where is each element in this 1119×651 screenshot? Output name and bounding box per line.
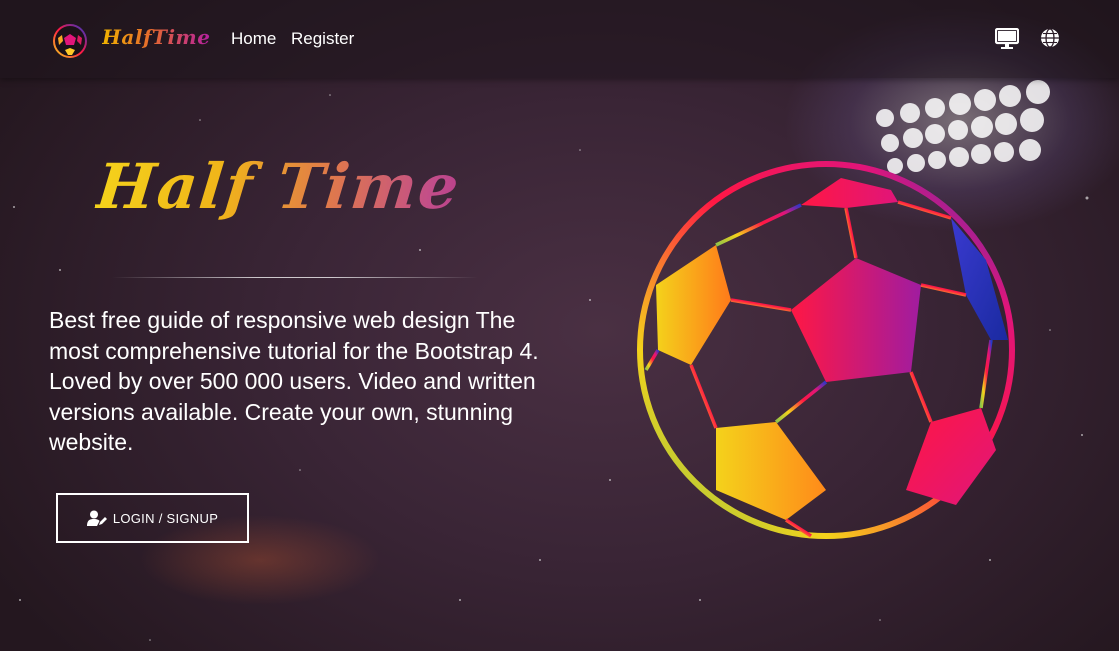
login-signup-label: LOGIN / SIGNUP <box>112 510 219 526</box>
monitor-icon[interactable] <box>995 28 1019 50</box>
top-navbar: HalfTime Home Register <box>0 0 1119 78</box>
soccer-ball-illustration <box>637 161 1015 539</box>
nav-link-register[interactable]: Register <box>291 29 354 49</box>
nav-link-home[interactable]: Home <box>231 29 276 49</box>
login-signup-button[interactable]: LOGIN / SIGNUP <box>56 493 249 543</box>
hero-description: Best free guide of responsive web design… <box>49 307 539 455</box>
brand-name[interactable]: HalfTime <box>102 25 210 49</box>
user-edit-icon <box>86 510 107 526</box>
hero-title: Half Time <box>91 150 520 240</box>
soccer-ball-logo-icon[interactable] <box>53 24 87 58</box>
globe-icon[interactable] <box>1040 28 1060 48</box>
hero-divider <box>112 277 478 278</box>
